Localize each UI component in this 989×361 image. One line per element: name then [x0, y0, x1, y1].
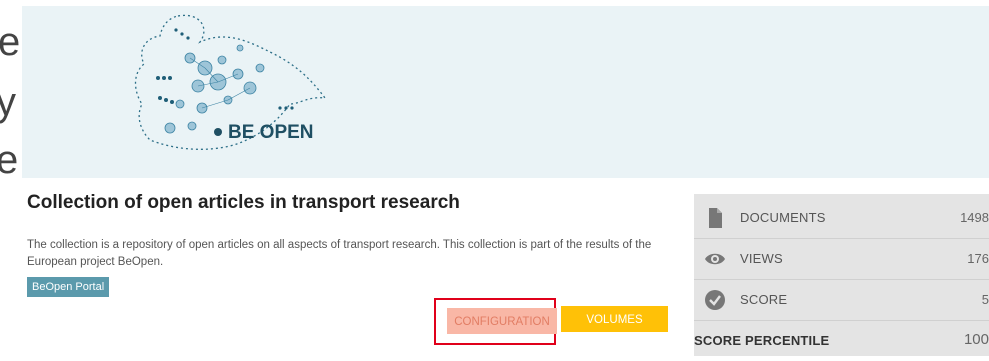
be-open-logo: BE OPEN	[134, 14, 327, 150]
cropped-heading-line-1: e	[0, 20, 21, 64]
stat-row-score-percentile: SCORE PERCENTILE 100	[694, 321, 989, 361]
check-circle-icon	[705, 290, 725, 310]
stat-value-views: 176	[967, 251, 989, 266]
stat-row-views: VIEWS 176	[694, 239, 989, 280]
document-icon	[709, 208, 722, 228]
configuration-highlight-box: CONFIGURATION	[434, 298, 557, 345]
stat-value-documents: 1498	[960, 210, 989, 225]
stat-value-score-percentile: 100	[963, 331, 989, 348]
configuration-button[interactable]: CONFIGURATION	[447, 308, 557, 334]
stat-value-score: 5	[981, 292, 989, 307]
stat-label-documents: DOCUMENTS	[740, 210, 826, 225]
collection-title: Collection of open articles in transport…	[27, 192, 460, 213]
stat-row-score: SCORE 5	[694, 280, 989, 321]
stats-panel: DOCUMENTS 1498 VIEWS 176 SCORE 5 SCORE P…	[694, 194, 989, 356]
beopen-portal-button[interactable]: BeOpen Portal	[27, 277, 110, 297]
volumes-button[interactable]: VOLUMES	[561, 306, 668, 332]
stat-row-documents: DOCUMENTS 1498	[694, 198, 989, 239]
eye-icon	[705, 253, 725, 265]
stat-label-score-percentile: SCORE PERCENTILE	[694, 333, 830, 348]
stat-label-score: SCORE	[740, 292, 788, 307]
hero-banner: BE OPEN	[22, 6, 989, 178]
stat-label-views: VIEWS	[740, 251, 783, 266]
cropped-heading-line-3: e	[0, 138, 19, 182]
collection-description: The collection is a repository of open a…	[27, 239, 652, 268]
cropped-heading-line-2: y	[0, 80, 16, 124]
logo-text: BE OPEN	[228, 122, 314, 143]
